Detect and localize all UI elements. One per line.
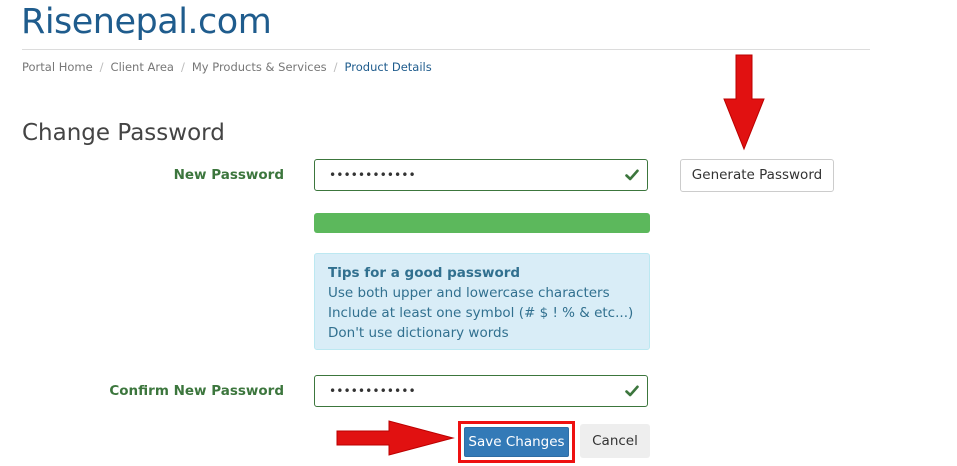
save-button-highlight: Save Changes xyxy=(458,421,575,463)
breadcrumb-separator: / xyxy=(180,60,185,74)
breadcrumb: Portal Home / Client Area / My Products & Se… xyxy=(22,60,432,74)
confirm-password-input[interactable]: •••••••••••• xyxy=(314,375,648,407)
new-password-input[interactable]: •••••••••••• xyxy=(314,159,648,191)
page-title: Change Password xyxy=(22,120,225,146)
header-divider xyxy=(22,49,870,50)
breadcrumb-item-my-products[interactable]: My Products & Services xyxy=(192,60,327,74)
cancel-button[interactable]: Cancel xyxy=(580,424,650,458)
confirm-password-value: •••••••••••• xyxy=(329,384,416,398)
password-strength-bar xyxy=(314,213,650,233)
tips-line: Don't use dictionary words xyxy=(328,325,509,341)
site-brand[interactable]: Risenepal.com xyxy=(21,2,272,42)
breadcrumb-separator: / xyxy=(99,60,104,74)
password-strength-fill xyxy=(314,213,650,233)
confirm-password-label: Confirm New Password xyxy=(109,383,284,399)
generate-password-button[interactable]: Generate Password xyxy=(680,159,834,192)
red-arrow-right-icon xyxy=(336,420,455,456)
breadcrumb-item-product-details: Product Details xyxy=(344,60,432,74)
breadcrumb-item-portal-home[interactable]: Portal Home xyxy=(22,60,93,74)
red-arrow-down-icon xyxy=(723,54,765,151)
save-changes-button[interactable]: Save Changes xyxy=(464,427,569,457)
breadcrumb-separator: / xyxy=(333,60,338,74)
tips-line: Include at least one symbol (# $ ! % & e… xyxy=(328,305,634,321)
password-tips-box: Tips for a good password Use both upper … xyxy=(314,253,650,350)
new-password-value: •••••••••••• xyxy=(329,168,416,182)
checkmark-icon xyxy=(625,169,639,181)
checkmark-icon xyxy=(625,385,639,397)
new-password-label: New Password xyxy=(173,167,284,183)
breadcrumb-item-client-area[interactable]: Client Area xyxy=(111,60,174,74)
tips-line: Use both upper and lowercase characters xyxy=(328,285,610,301)
tips-title: Tips for a good password xyxy=(328,265,521,281)
